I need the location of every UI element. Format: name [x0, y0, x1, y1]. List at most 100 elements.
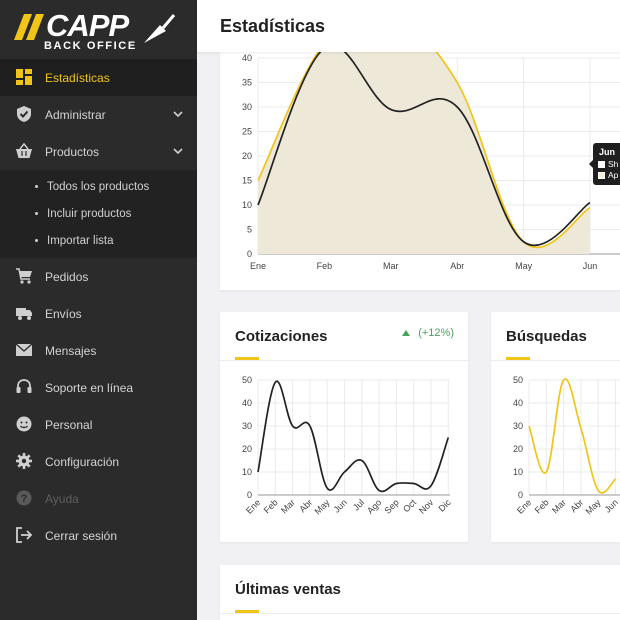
x-tick-label: Ene [250, 261, 266, 271]
x-tick-label: Ene [515, 497, 533, 515]
top-bar: Estadísticas [197, 0, 620, 52]
x-tick-label: May [584, 497, 603, 516]
sidebar-item-soporte[interactable]: Soporte en línea [0, 369, 197, 406]
y-tick-label: 35 [242, 78, 252, 88]
sidebar-item-label: Administrar [45, 107, 106, 122]
tooltip-title: Jun [599, 147, 616, 157]
gear-icon [16, 453, 32, 469]
tooltip-arrow [589, 160, 593, 168]
x-tick-label: Ago [365, 497, 383, 515]
sidebar-item-productos[interactable]: Productos [0, 133, 197, 170]
brand-subtitle: BACK OFFICE [44, 40, 137, 52]
y-tick-label: 40 [242, 398, 252, 408]
sidebar-item-label: Cerrar sesión [45, 528, 118, 543]
bullet-icon [35, 239, 38, 242]
x-tick-label: May [515, 261, 533, 271]
sidebar-item-label: Pedidos [45, 269, 89, 284]
y-tick-label: 50 [242, 375, 252, 385]
question-icon: ? [16, 490, 32, 506]
sidebar-item-cerrar-sesion[interactable]: Cerrar sesión [0, 517, 197, 554]
sidebar-item-configuracion[interactable]: Configuración [0, 443, 197, 480]
sidebar-item-administrar[interactable]: Administrar [0, 96, 197, 133]
submenu-item-label: Importar lista [47, 234, 114, 247]
x-tick-label: Feb [317, 261, 333, 271]
x-tick-label: Mar [550, 497, 568, 515]
quotes-card: Cotizaciones (+12%) 0 10 20 30 40 50 Ene Feb Mar… [220, 312, 468, 542]
headset-icon [16, 379, 32, 393]
sidebar-item-personal[interactable]: Personal [0, 406, 197, 443]
submenu-item-label: Incluir productos [47, 207, 132, 220]
logo-slashes-icon [14, 14, 44, 40]
submenu-item-incluir[interactable]: Incluir productos [0, 200, 197, 227]
y-tick-label: 30 [242, 102, 252, 112]
submenu-item-importar[interactable]: Importar lista [0, 227, 197, 254]
tooltip-row: Sh [598, 159, 618, 169]
x-tick-label: May [313, 497, 332, 516]
page-title: Estadísticas [220, 16, 326, 36]
sidebar-item-estadisticas[interactable]: Estadísticas [0, 59, 197, 96]
sidebar-item-envios[interactable]: Envíos [0, 295, 197, 332]
sidebar-item-label: Envíos [45, 306, 82, 321]
tooltip-swatch [598, 160, 605, 168]
y-tick-label: 20 [242, 444, 252, 454]
sidebar: CAPP BACK OFFICE Estadísticas Administra… [0, 0, 197, 620]
main-stats-card: 0 5 10 15 20 25 30 35 40 Ene Feb Mar Abr May Jun [220, 14, 620, 290]
chevron-down-icon [173, 148, 183, 155]
basket-icon [16, 142, 32, 158]
y-tick-label: 40 [242, 53, 252, 63]
trowel-icon [144, 14, 176, 43]
x-tick-label: Dic [436, 497, 453, 514]
x-tick-label: Jun [332, 497, 349, 514]
x-tick-label: Nov [417, 497, 436, 516]
series-line [257, 380, 450, 493]
chevron-down-icon [173, 111, 183, 118]
y-tick-label: 10 [513, 467, 523, 477]
sidebar-item-ayuda: ? Ayuda [0, 480, 197, 517]
submenu-item-label: Todos los productos [47, 180, 150, 193]
cart-icon [16, 268, 32, 284]
sidebar-item-pedidos[interactable]: Pedidos [0, 258, 197, 295]
shield-check-icon [17, 106, 31, 122]
bullet-icon [35, 212, 38, 215]
x-tick-label: Mar [279, 497, 297, 515]
y-tick-label: 5 [247, 225, 252, 235]
sidebar-item-label: Personal [45, 417, 93, 432]
y-tick-label: 20 [242, 151, 252, 161]
tooltip-row-label: Ap [608, 170, 619, 180]
plot-area [257, 379, 450, 496]
sales-card: Últimas ventas [220, 565, 620, 620]
y-tick-label: 10 [242, 467, 252, 477]
y-tick-label: 0 [247, 490, 252, 500]
bullet-icon [35, 185, 38, 188]
sidebar-item-label: Productos [45, 144, 100, 159]
plot-area [528, 378, 620, 496]
dashboard-icon [16, 69, 32, 85]
tooltip-row-label: Sh [608, 159, 619, 169]
y-tick-label: 25 [242, 127, 252, 137]
x-tick-label: Ene [244, 497, 262, 515]
y-tick-label: 15 [242, 176, 252, 186]
card-title: Últimas ventas [235, 581, 341, 598]
y-tick-label: 50 [513, 375, 523, 385]
y-tick-label: 20 [513, 444, 523, 454]
y-tick-label: 0 [518, 490, 523, 500]
sidebar-nav: Estadísticas Administrar Productos Todos… [0, 59, 197, 554]
submenu-item-todos[interactable]: Todos los productos [0, 173, 197, 200]
y-tick-label: 10 [242, 200, 252, 210]
brand-name: CAPP [46, 8, 129, 43]
x-tick-label: Feb [533, 497, 551, 515]
y-tick-label: 30 [513, 421, 523, 431]
sidebar-item-label: Ayuda [45, 491, 79, 506]
sidebar-item-mensajes[interactable]: Mensajes [0, 332, 197, 369]
series-line [528, 378, 617, 494]
logout-icon [16, 527, 33, 543]
x-tick-label: Jul [351, 497, 366, 512]
brand-logo[interactable]: CAPP BACK OFFICE [0, 0, 197, 59]
x-tick-label: Feb [262, 497, 280, 515]
sidebar-item-label: Estadísticas [45, 70, 110, 85]
tooltip-row: Ap [598, 170, 618, 180]
x-tick-label: Sep [382, 497, 400, 515]
sidebar-item-label: Soporte en línea [45, 380, 134, 395]
quotes-line-chart: 0 10 20 30 40 50 Ene Feb Mar AbrMay Jun JulAgoSep Oc… [242, 375, 453, 516]
smiley-icon [16, 416, 32, 432]
